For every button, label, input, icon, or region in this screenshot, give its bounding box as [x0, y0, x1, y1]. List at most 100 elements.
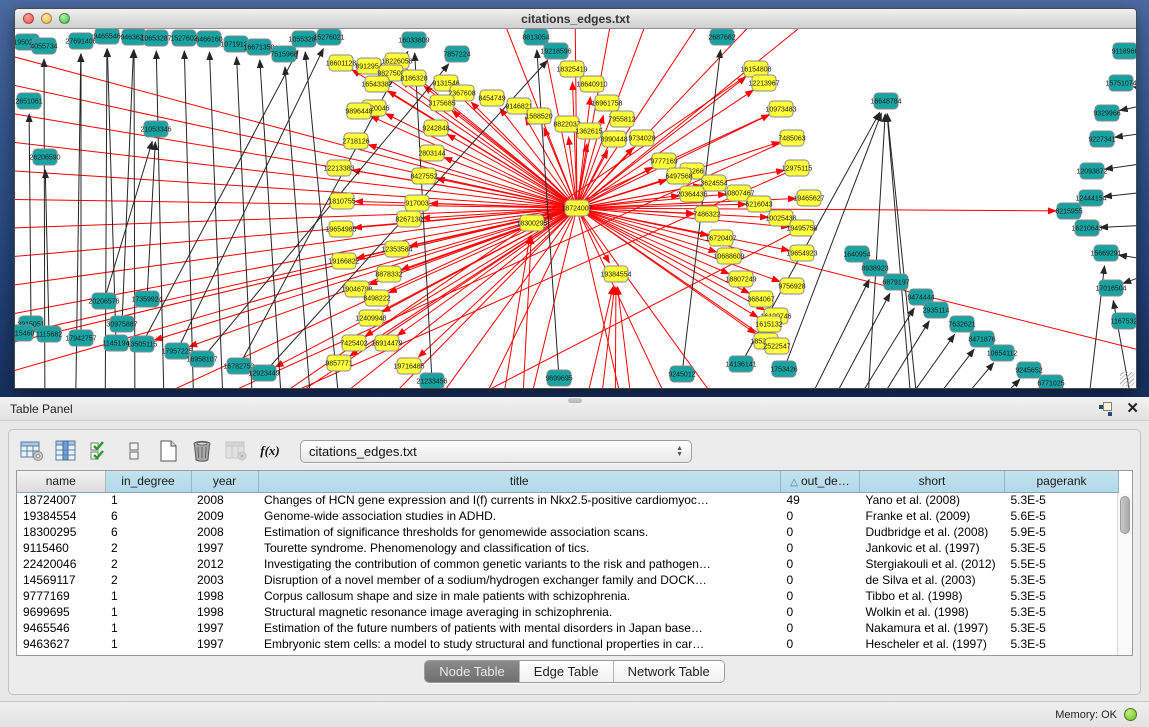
graph-node-yellow[interactable]: 18325419	[556, 61, 587, 77]
table-cell[interactable]: Franke et al. (2009)	[860, 508, 1005, 524]
table-selector-dropdown[interactable]: citations_edges.txt ▲▼	[300, 440, 692, 463]
table-cell[interactable]: Genome-wide association studies in ADHD.	[258, 508, 781, 524]
row-tools-icon[interactable]	[120, 438, 148, 464]
splitter-handle[interactable]	[568, 398, 582, 403]
table-cell[interactable]: 1	[105, 604, 191, 620]
column-header-short[interactable]: short	[860, 471, 1005, 492]
graph-node-yellow[interactable]: 1615132	[755, 316, 782, 332]
table-cell[interactable]: 18724007	[17, 492, 105, 508]
graph-node-teal[interactable]: 1115682	[36, 326, 62, 342]
graph-node-teal[interactable]: 9329966	[1093, 105, 1120, 121]
graph-node-yellow[interactable]: 9896448	[345, 103, 372, 119]
table-cell[interactable]: 49	[781, 492, 860, 508]
node-table[interactable]: namein_degreeyeartitle△out_de…shortpager…	[16, 470, 1133, 656]
table-cell[interactable]: 9463627	[17, 636, 105, 652]
graph-node-teal[interactable]: 6466160	[195, 31, 222, 47]
table-cell[interactable]: Jankovic et al. (1997)	[860, 540, 1005, 556]
table-cell[interactable]: 0	[781, 636, 860, 652]
graph-node-yellow[interactable]: 18300295	[516, 215, 547, 231]
graph-node-teal[interactable]: 2687682	[708, 29, 735, 45]
graph-node-teal[interactable]: 12923449	[248, 365, 279, 381]
window-titlebar[interactable]: citations_edges.txt	[15, 9, 1136, 29]
table-cell[interactable]: 1998	[191, 588, 258, 604]
table-cell[interactable]: 5.3E-5	[1005, 540, 1119, 556]
graph-node-teal[interactable]: 15751074	[1105, 75, 1136, 91]
graph-node-teal[interactable]: 2935114	[923, 302, 950, 318]
table-settings-icon[interactable]	[18, 438, 46, 464]
zoom-window-icon[interactable]	[59, 13, 70, 24]
graph-node-yellow[interactable]: 2522547	[763, 338, 790, 354]
table-cell[interactable]: 2	[105, 556, 191, 572]
table-cell[interactable]: 0	[781, 604, 860, 620]
graph-node-yellow[interactable]: 16961758	[591, 95, 622, 111]
table-cell[interactable]: 2	[105, 540, 191, 556]
graph-node-yellow[interactable]: 8454749	[478, 90, 505, 106]
graph-node-yellow[interactable]: 8186328	[400, 70, 427, 86]
table-row[interactable]: 2242004622012Investigating the contribut…	[17, 556, 1119, 572]
table-row[interactable]: 946362711997Embryonic stem cells: a mode…	[17, 636, 1119, 652]
graph-node-teal[interactable]: 2651061	[15, 93, 42, 109]
table-row[interactable]: 1872400712008Changes of HCN gene express…	[17, 492, 1119, 508]
graph-node-yellow[interactable]: 10688609	[713, 248, 744, 264]
table-cell[interactable]: 9699695	[17, 604, 105, 620]
graph-node-teal[interactable]: 16958107	[186, 351, 217, 367]
graph-node-teal[interactable]: 30975887	[106, 316, 137, 332]
graph-node-yellow[interactable]: 2803144	[418, 145, 445, 161]
table-cell[interactable]: 1998	[191, 604, 258, 620]
graph-node-yellow[interactable]: 12213383	[323, 160, 354, 176]
graph-node-yellow[interactable]: 6216043	[745, 196, 772, 212]
graph-node-teal[interactable]: 8938923	[861, 260, 888, 276]
delete-rows-icon[interactable]	[188, 438, 216, 464]
graph-node-yellow[interactable]: 20364436	[676, 186, 707, 202]
graph-node-yellow[interactable]: 12213967	[748, 75, 779, 91]
tab-network-table[interactable]: Network Table	[614, 661, 724, 682]
scrollbar-thumb[interactable]	[1120, 496, 1130, 534]
table-cell[interactable]: 6	[105, 524, 191, 540]
table-cell[interactable]: 5.3E-5	[1005, 604, 1119, 620]
table-cell[interactable]: Wolkin et al. (1998)	[860, 604, 1005, 620]
table-cell[interactable]: de Silva et al. (2003)	[860, 572, 1005, 588]
table-cell[interactable]: 5.3E-5	[1005, 492, 1119, 508]
graph-node-teal[interactable]: 17942757	[65, 330, 96, 346]
graph-node-yellow[interactable]: 8878332	[375, 266, 402, 282]
graph-node-yellow[interactable]: 18640910	[576, 76, 607, 92]
column-header-title[interactable]: title	[258, 471, 781, 492]
table-cell[interactable]: Tourette syndrome. Phenomenology and cla…	[258, 540, 781, 556]
graph-node-teal[interactable]: 8215955	[1055, 203, 1082, 219]
graph-node-yellow[interactable]: 8427552	[410, 168, 437, 184]
graph-node-yellow[interactable]: 19654923	[786, 245, 817, 261]
graph-node-yellow[interactable]: 19166822	[328, 253, 359, 269]
table-cell[interactable]: Tibbo et al. (1998)	[860, 588, 1005, 604]
graph-node-teal[interactable]: 16648784	[870, 93, 901, 109]
table-cell[interactable]: Estimation of significance thresholds fo…	[258, 524, 781, 540]
table-cell[interactable]: 1	[105, 492, 191, 508]
table-cell[interactable]: Dudbridge et al. (2008)	[860, 524, 1005, 540]
graph-node-yellow[interactable]: 9756928	[778, 278, 805, 294]
table-cell[interactable]: 22420046	[17, 556, 105, 572]
graph-node-teal[interactable]: 9465546	[93, 29, 120, 44]
graph-node-teal[interactable]: 17359924	[131, 291, 162, 307]
graph-node-yellow[interactable]: 16720407	[705, 230, 736, 246]
table-cell[interactable]: 1997	[191, 620, 258, 636]
graph-node-yellow[interactable]: 19384554	[600, 266, 631, 282]
table-cell[interactable]: 0	[781, 556, 860, 572]
graph-node-yellow[interactable]: 3175685	[428, 95, 455, 111]
column-header-pagerank[interactable]: pagerank	[1005, 471, 1119, 492]
graph-node-yellow[interactable]: 12353584	[381, 241, 412, 257]
table-cell[interactable]: 5.3E-5	[1005, 588, 1119, 604]
graph-node-yellow[interactable]: 7485063	[778, 130, 805, 146]
graph-node-yellow[interactable]: 8990448	[600, 131, 627, 147]
graph-node-yellow[interactable]: 7486322	[693, 206, 720, 222]
graph-node-yellow[interactable]: 1588520	[525, 108, 552, 124]
graph-node-yellow[interactable]: 1810755	[328, 193, 355, 209]
table-row[interactable]: 946554611997Estimation of the future num…	[17, 620, 1119, 636]
graph-node-teal[interactable]: 9118966	[1112, 43, 1136, 59]
graph-node-yellow[interactable]: 18724007	[561, 200, 592, 216]
table-cell[interactable]: 1	[105, 636, 191, 652]
graph-node-teal[interactable]: 8813054	[522, 29, 549, 45]
graph-node-teal[interactable]: 26206590	[29, 149, 60, 165]
window-resize-grip[interactable]	[1120, 372, 1134, 386]
table-row[interactable]: 977716911998Corpus callosum shape and si…	[17, 588, 1119, 604]
table-cell[interactable]: 5.3E-5	[1005, 636, 1119, 652]
table-cell[interactable]: 2	[105, 572, 191, 588]
